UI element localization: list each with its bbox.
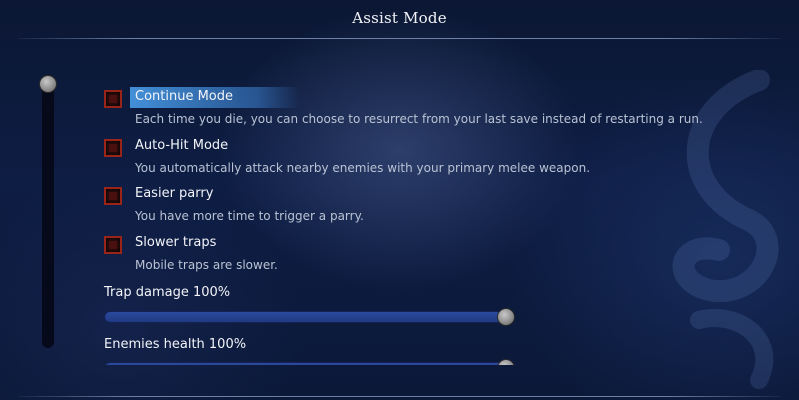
trap-damage-label: Trap damage 100% xyxy=(104,285,231,300)
option-label: Auto-Hit Mode xyxy=(135,138,229,153)
trap-damage-slider-track[interactable] xyxy=(104,311,506,323)
option-slower-traps[interactable]: Slower traps Mobile traps are slower. xyxy=(104,234,704,278)
continue-mode-checkbox[interactable] xyxy=(104,90,122,108)
enemies-health-slider-track[interactable] xyxy=(104,362,506,365)
option-description: Each time you die, you can choose to res… xyxy=(135,112,703,126)
option-continue-mode[interactable]: Continue Mode Each time you die, you can… xyxy=(104,87,704,132)
options-list: Continue Mode Each time you die, you can… xyxy=(0,0,799,365)
option-label: Easier parry xyxy=(135,186,214,201)
footer-divider xyxy=(18,396,781,397)
slower-traps-checkbox[interactable] xyxy=(104,236,122,254)
option-description: Mobile traps are slower. xyxy=(135,258,278,272)
option-label: Continue Mode xyxy=(135,89,234,104)
option-label: Slower traps xyxy=(135,235,217,250)
option-description: You have more time to trigger a parry. xyxy=(135,209,364,223)
option-auto-hit-mode[interactable]: Auto-Hit Mode You automatically attack n… xyxy=(104,137,704,181)
option-description: You automatically attack nearby enemies … xyxy=(135,161,591,175)
easier-parry-checkbox[interactable] xyxy=(104,187,122,205)
option-easier-parry[interactable]: Easier parry You have more time to trigg… xyxy=(104,185,704,229)
enemies-health-label: Enemies health 100% xyxy=(104,337,247,352)
trap-damage-slider-thumb[interactable] xyxy=(497,308,515,326)
enemies-health-slider-thumb[interactable] xyxy=(497,359,515,365)
auto-hit-mode-checkbox[interactable] xyxy=(104,139,122,157)
